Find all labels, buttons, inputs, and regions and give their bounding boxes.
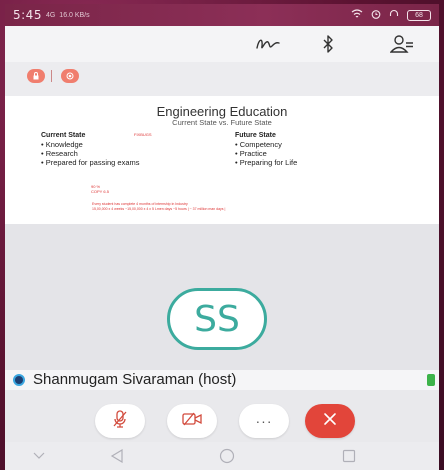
current-state-column: Current State • Knowledge • Research • P… [41,132,140,167]
status-time: 5:45 [13,8,42,22]
slide-annotation-bottom: Every student has complete 4 months of i… [92,202,226,211]
alarm-icon [371,9,381,22]
battery-icon: 68 [407,9,431,21]
status-network: 4G [45,11,56,19]
participant-name: Shanmugam Sivaraman (host) [33,371,237,388]
lock-badge[interactable] [27,69,45,83]
badge-divider [51,70,52,82]
future-state-heading: Future State [235,132,276,139]
current-state-heading: Current State [41,132,86,139]
list-item: • Competency [235,140,282,149]
status-speed: 16.0 KB/s [59,11,90,19]
home-icon[interactable] [219,448,235,464]
recents-icon[interactable] [341,448,357,464]
end-call-button[interactable] [305,404,355,438]
close-icon [322,411,338,432]
camera-off-icon [181,411,203,432]
list-item: • Preparing for Life [235,158,298,167]
chevron-down-icon[interactable] [31,448,47,464]
call-controls: ··· [5,390,439,442]
webex-logo-icon [13,374,25,386]
connection-signal-icon [427,374,435,386]
mute-button[interactable] [95,404,145,438]
video-area: SS [5,224,439,370]
status-bar: 5:45 4G 16.0 KB/s 68 [5,4,439,26]
video-toggle-button[interactable] [167,404,217,438]
slide-annotation-mid: 90 % COPY 6.5 [91,184,109,194]
back-icon[interactable] [109,448,125,464]
list-item: • Knowledge [41,140,83,149]
annotation-badges-row [5,62,439,96]
record-badge[interactable] [61,69,79,83]
participant-name-bar: Shanmugam Sivaraman (host) [5,370,439,390]
scribble-icon[interactable] [255,32,281,56]
bluetooth-icon[interactable] [315,32,341,56]
list-item: • Research [41,149,78,158]
slide-subtitle: Current State vs. Future State [172,118,272,127]
wifi-icon [351,8,363,22]
slide-title: Engineering Education [156,104,288,119]
future-state-column: Future State • Competency • Practice • P… [235,132,297,167]
list-item: • Prepared for passing exams [41,158,140,167]
android-nav-bar [5,442,439,470]
shared-slide: Engineering Education Current State vs. … [5,96,439,224]
mic-muted-icon [112,409,128,434]
list-item: • Practice [235,149,267,158]
participants-icon[interactable] [389,32,415,56]
more-options-button[interactable]: ··· [239,404,289,438]
phone-screen: 5:45 4G 16.0 KB/s 68 Engineering Educati… [5,4,439,470]
meeting-toolbar [5,26,439,62]
participant-avatar[interactable]: SS [167,288,267,350]
more-icon: ··· [255,413,273,429]
headset-icon [389,9,399,22]
